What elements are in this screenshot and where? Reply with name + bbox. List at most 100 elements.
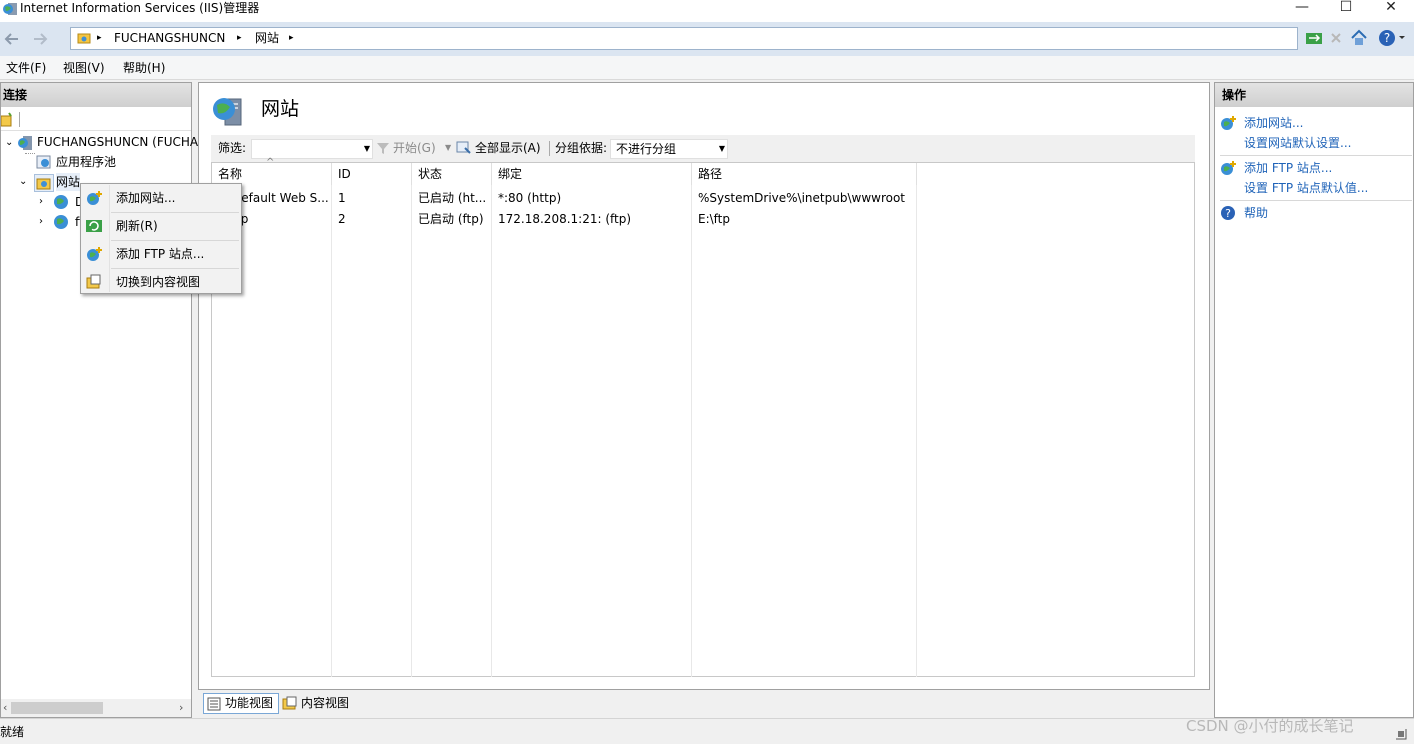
ctx-refresh-item[interactable]: 刷新(R) — [83, 213, 239, 239]
site-id-cell: 1 — [338, 191, 346, 205]
connections-header: 连接 — [1, 83, 191, 107]
filter-bar: 筛选: ▼ 开始(G) ▼ 全部显示(A) 分组依据: 不进行分组 ▼ — [211, 135, 1195, 163]
watermark: CSDN @小付的成长笔记 — [1186, 717, 1354, 735]
collapse-chevron-icon[interactable]: ⌄ — [19, 176, 27, 187]
site-status-cell: 已启动 (ftp) — [418, 212, 484, 226]
chevron-down-icon: ▼ — [363, 144, 370, 153]
content-view-icon — [86, 274, 102, 290]
content-view-label: 内容视图 — [301, 696, 350, 710]
ctx-content-view-item[interactable]: 切换到内容视图 — [83, 269, 239, 295]
status-bar: 就绪 CSDN @小付的成长笔记 — [0, 717, 1414, 744]
site-binding-cell: 172.18.208.1:21: (ftp) — [498, 212, 632, 226]
collapse-chevron-icon[interactable]: ⌄ — [5, 137, 13, 148]
menu-bar: 文件(F) 视图(V) 帮助(H) — [0, 56, 1414, 80]
column-divider — [691, 163, 692, 677]
ftp-defaults-action[interactable]: 设置 FTP 站点默认值... — [1244, 179, 1368, 197]
back-arrow-icon[interactable] — [0, 28, 26, 50]
menu-help[interactable]: 帮助(H) — [123, 56, 165, 80]
add-ftp-icon — [1220, 160, 1236, 176]
column-divider — [411, 163, 412, 677]
add-ftp-action[interactable]: 添加 FTP 站点... — [1244, 159, 1332, 177]
sites-folder-icon — [36, 175, 52, 191]
column-header-status[interactable]: 状态 — [412, 163, 492, 185]
tree-server-node[interactable]: FUCHANGSHUNCN (FUCHA — [37, 133, 198, 151]
forward-arrow-icon[interactable] — [28, 28, 54, 50]
view-switcher: 功能视图 内容视图 — [198, 690, 1210, 718]
add-site-action[interactable]: 添加网站... — [1244, 114, 1303, 132]
filter-label: 筛选: — [218, 141, 247, 155]
resize-grip-icon[interactable] — [1392, 725, 1408, 741]
menu-file[interactable]: 文件(F) — [6, 56, 46, 80]
actions-header: 操作 — [1215, 83, 1413, 107]
close-button[interactable]: ✕ — [1368, 0, 1414, 16]
svg-text:?: ? — [1225, 207, 1231, 220]
group-by-label: 分组依据: — [555, 141, 608, 155]
page-title: 网站 — [261, 98, 300, 120]
filter-input[interactable]: ▼ — [251, 139, 373, 159]
minimize-button[interactable]: — — [1279, 0, 1325, 16]
sites-panel: 网站 筛选: ▼ 开始(G) ▼ 全部显示(A) 分组依据: 不进行分组 ▼ 名… — [198, 82, 1210, 690]
column-divider — [916, 163, 917, 677]
site-binding-cell: *:80 (http) — [498, 191, 562, 205]
help-icon: ? — [1220, 205, 1236, 221]
chevron-down-icon[interactable]: ▼ — [445, 135, 451, 161]
ctx-add-ftp-item[interactable]: 添加 FTP 站点... — [83, 241, 239, 267]
stop-icon[interactable] — [1326, 28, 1346, 48]
ctx-content-view-label: 切换到内容视图 — [116, 275, 201, 289]
home-icon[interactable] — [1349, 28, 1369, 48]
add-site-icon — [1220, 115, 1236, 131]
horizontal-scrollbar[interactable]: ‹ › — [1, 699, 191, 717]
maximize-button[interactable]: ☐ — [1323, 0, 1369, 16]
site-status-cell: 已启动 (ht... — [418, 191, 487, 205]
column-header-id[interactable]: ID — [332, 163, 412, 185]
site-defaults-action[interactable]: 设置网站默认设置... — [1244, 134, 1351, 152]
site-path-cell: E:\ftp — [698, 212, 731, 226]
toolbar-divider — [19, 112, 20, 127]
tree-app-pools-node[interactable]: 应用程序池 — [56, 153, 116, 171]
breadcrumb-server[interactable]: FUCHANGSHUNCN — [114, 28, 225, 49]
connect-icon[interactable] — [1304, 28, 1324, 48]
column-header-binding[interactable]: 绑定 — [492, 163, 692, 185]
expand-chevron-icon[interactable]: › — [39, 216, 43, 227]
address-toolbar: ▸ FUCHANGSHUNCN ▸ 网站 ▸ ? — [0, 22, 1414, 56]
scroll-left-icon[interactable]: ‹ — [3, 699, 7, 717]
add-site-icon — [86, 190, 102, 206]
content-view-tab[interactable]: 内容视图 — [282, 693, 358, 714]
sites-list: 名称 ^ ID 状态 绑定 路径 Default Web S... 1 已启动 … — [211, 157, 1195, 677]
refresh-icon — [86, 218, 102, 234]
features-view-icon — [207, 697, 221, 711]
folder-icon — [77, 31, 91, 45]
features-view-tab[interactable]: 功能视图 — [203, 693, 279, 714]
site-path-cell: %SystemDrive%\inetpub\wwwroot — [698, 191, 905, 205]
title-bar: Internet Information Services (IIS)管理器 —… — [0, 0, 1414, 22]
toolbar-divider — [549, 141, 550, 156]
scrollbar-thumb[interactable] — [11, 702, 103, 714]
help-dropdown-icon[interactable]: ? — [1377, 28, 1405, 48]
show-all-button[interactable]: 全部显示(A) — [475, 135, 541, 161]
connections-toolbar — [1, 109, 191, 131]
group-by-select[interactable]: 不进行分组 ▼ — [610, 139, 728, 159]
breadcrumb-sites[interactable]: 网站 — [255, 28, 279, 49]
features-view-label: 功能视图 — [225, 696, 274, 710]
breadcrumb-separator-icon: ▸ — [237, 33, 242, 43]
start-filter-button[interactable]: 开始(G) — [393, 135, 436, 161]
help-action[interactable]: 帮助 — [1244, 204, 1268, 222]
new-connection-icon[interactable] — [1, 112, 15, 128]
content-view-icon — [282, 696, 298, 710]
table-row[interactable]: Default Web S... 1 已启动 (ht... *:80 (http… — [212, 187, 917, 209]
show-all-icon — [456, 141, 472, 155]
actions-divider — [1220, 200, 1412, 201]
breadcrumb-separator-icon: ▸ — [289, 33, 294, 43]
add-ftp-icon — [86, 246, 102, 262]
menu-view[interactable]: 视图(V) — [63, 56, 105, 80]
filter-funnel-icon — [376, 141, 390, 155]
scroll-right-icon[interactable]: › — [179, 699, 183, 717]
table-row[interactable]: ftp 2 已启动 (ftp) 172.18.208.1:21: (ftp) E… — [212, 208, 917, 230]
ctx-add-site-item[interactable]: 添加网站... — [83, 185, 239, 211]
expand-chevron-icon[interactable]: › — [39, 196, 43, 207]
address-bar[interactable]: ▸ FUCHANGSHUNCN ▸ 网站 ▸ — [70, 27, 1298, 50]
tree-sites-node[interactable]: 网站 — [56, 173, 81, 191]
app-pool-icon — [36, 154, 52, 170]
column-header-path[interactable]: 路径 — [692, 163, 917, 185]
iis-app-icon — [2, 1, 18, 17]
